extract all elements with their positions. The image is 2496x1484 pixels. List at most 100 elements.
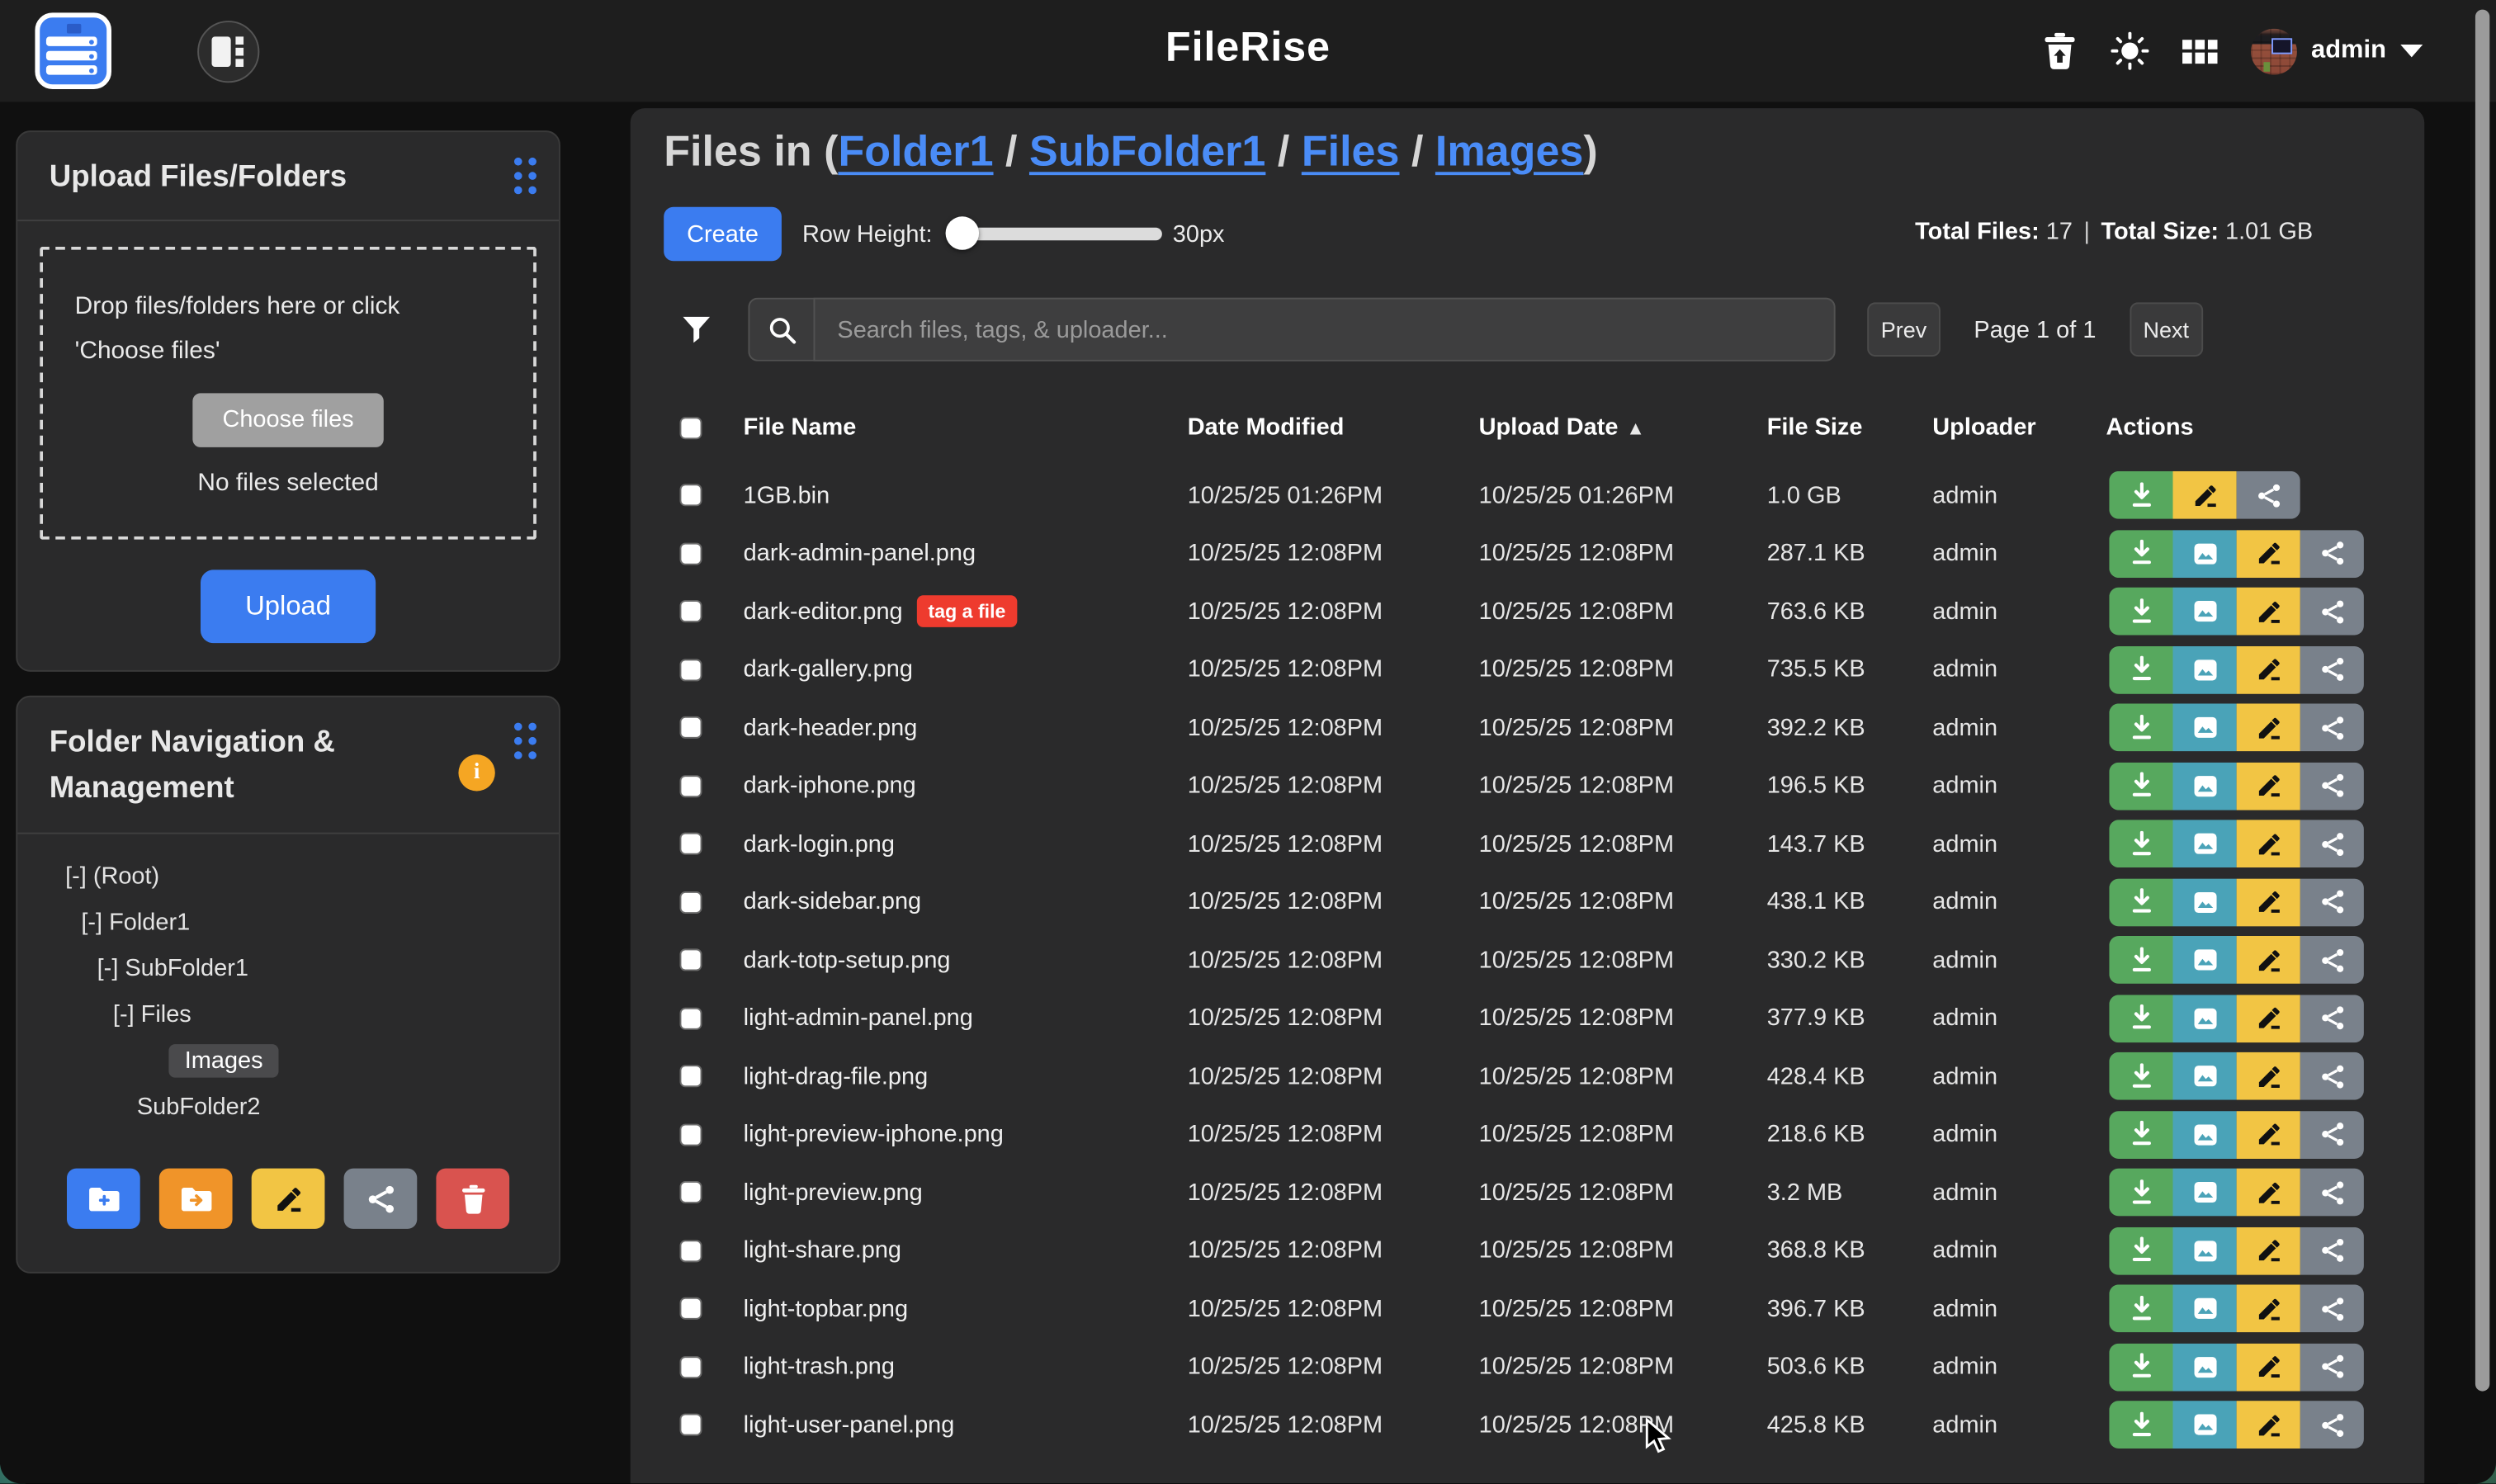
share-button[interactable] bbox=[2300, 588, 2364, 636]
row-checkbox[interactable] bbox=[679, 891, 702, 914]
breadcrumb-link-subfolder1[interactable]: SubFolder1 bbox=[1029, 127, 1265, 175]
filter-icon[interactable] bbox=[681, 314, 711, 345]
edit-button[interactable] bbox=[2237, 1343, 2300, 1391]
share-button[interactable] bbox=[2300, 1226, 2364, 1274]
delete-folder-button[interactable] bbox=[436, 1169, 509, 1229]
download-button[interactable] bbox=[2109, 588, 2172, 636]
info-icon[interactable]: i bbox=[458, 754, 494, 791]
share-button[interactable] bbox=[2300, 1111, 2364, 1159]
download-button[interactable] bbox=[2109, 1226, 2172, 1274]
download-button[interactable] bbox=[2109, 936, 2172, 984]
download-button[interactable] bbox=[2109, 1052, 2172, 1100]
row-checkbox[interactable] bbox=[679, 775, 702, 797]
breadcrumb-link-images[interactable]: Images bbox=[1435, 127, 1583, 175]
choose-files-button[interactable]: Choose files bbox=[192, 393, 383, 447]
row-checkbox[interactable] bbox=[679, 833, 702, 855]
file-name[interactable]: light-topbar.png bbox=[744, 1295, 908, 1322]
file-name[interactable]: dark-editor.png bbox=[744, 598, 903, 626]
preview-button[interactable] bbox=[2172, 1052, 2236, 1100]
search-input[interactable] bbox=[813, 298, 1835, 362]
share-button[interactable] bbox=[2300, 936, 2364, 984]
download-button[interactable] bbox=[2109, 820, 2172, 868]
file-name[interactable]: dark-login.png bbox=[744, 830, 895, 858]
drag-handle-icon[interactable] bbox=[514, 158, 537, 194]
row-checkbox[interactable] bbox=[679, 484, 702, 507]
file-name[interactable]: dark-gallery.png bbox=[744, 656, 913, 683]
share-folder-button[interactable] bbox=[344, 1169, 418, 1229]
share-button[interactable] bbox=[2300, 878, 2364, 926]
download-button[interactable] bbox=[2109, 762, 2172, 810]
download-button[interactable] bbox=[2109, 1111, 2172, 1159]
row-checkbox[interactable] bbox=[679, 601, 702, 623]
edit-button[interactable] bbox=[2237, 646, 2300, 694]
header-uploader[interactable]: Uploader bbox=[1932, 414, 2106, 441]
preview-button[interactable] bbox=[2172, 1285, 2236, 1333]
folder-tree-item-images[interactable]: Images bbox=[168, 1044, 278, 1078]
edit-button[interactable] bbox=[2237, 1226, 2300, 1274]
file-name[interactable]: light-trash.png bbox=[744, 1354, 895, 1381]
row-checkbox[interactable] bbox=[679, 1414, 702, 1436]
upload-button[interactable]: Upload bbox=[201, 570, 376, 644]
header-file-size[interactable]: File Size bbox=[1767, 414, 1933, 441]
select-all-checkbox[interactable] bbox=[679, 416, 702, 438]
preview-button[interactable] bbox=[2172, 704, 2236, 752]
preview-button[interactable] bbox=[2172, 995, 2236, 1042]
preview-button[interactable] bbox=[2172, 588, 2236, 636]
download-button[interactable] bbox=[2109, 1343, 2172, 1391]
row-height-slider[interactable] bbox=[947, 228, 1161, 240]
preview-button[interactable] bbox=[2172, 530, 2236, 578]
share-button[interactable] bbox=[2300, 1169, 2364, 1217]
share-button[interactable] bbox=[2300, 1285, 2364, 1333]
user-menu[interactable]: admin bbox=[2251, 28, 2423, 74]
share-button[interactable] bbox=[2300, 1052, 2364, 1100]
edit-button[interactable] bbox=[2237, 878, 2300, 926]
share-button[interactable] bbox=[2300, 995, 2364, 1042]
file-name[interactable]: dark-totp-setup.png bbox=[744, 947, 951, 974]
row-checkbox[interactable] bbox=[679, 1297, 702, 1320]
file-name[interactable]: light-drag-file.png bbox=[744, 1063, 929, 1090]
file-name[interactable]: dark-sidebar.png bbox=[744, 889, 922, 916]
share-button[interactable] bbox=[2300, 704, 2364, 752]
share-button[interactable] bbox=[2237, 471, 2300, 519]
folder-tree-item-subfolder1[interactable]: [-] SubFolder1 bbox=[97, 955, 248, 982]
create-button[interactable]: Create bbox=[664, 207, 782, 262]
next-page-button[interactable]: Next bbox=[2130, 302, 2203, 357]
row-checkbox[interactable] bbox=[679, 1356, 702, 1378]
rename-folder-button[interactable] bbox=[252, 1169, 325, 1229]
header-upload-date[interactable]: Upload Date▲ bbox=[1479, 414, 1767, 441]
preview-button[interactable] bbox=[2172, 1169, 2236, 1217]
download-button[interactable] bbox=[2109, 995, 2172, 1042]
folder-tree-item-folder1[interactable]: [-] Folder1 bbox=[81, 909, 190, 936]
download-button[interactable] bbox=[2109, 1285, 2172, 1333]
download-button[interactable] bbox=[2109, 1401, 2172, 1449]
move-folder-button[interactable] bbox=[159, 1169, 233, 1229]
download-button[interactable] bbox=[2109, 878, 2172, 926]
header-file-name[interactable]: File Name bbox=[744, 414, 1188, 441]
file-tag-badge[interactable]: tag a file bbox=[917, 596, 1017, 628]
preview-button[interactable] bbox=[2172, 878, 2236, 926]
breadcrumb-link-files[interactable]: Files bbox=[1302, 127, 1400, 175]
row-checkbox[interactable] bbox=[679, 716, 702, 739]
edit-button[interactable] bbox=[2237, 936, 2300, 984]
share-button[interactable] bbox=[2300, 762, 2364, 810]
share-button[interactable] bbox=[2300, 1401, 2364, 1449]
breadcrumb-link-folder1[interactable]: Folder1 bbox=[838, 127, 993, 175]
edit-button[interactable] bbox=[2172, 471, 2236, 519]
row-checkbox[interactable] bbox=[679, 1066, 702, 1088]
file-name[interactable]: light-user-panel.png bbox=[744, 1411, 955, 1439]
edit-button[interactable] bbox=[2237, 1169, 2300, 1217]
row-checkbox[interactable] bbox=[679, 1240, 702, 1262]
preview-button[interactable] bbox=[2172, 1111, 2236, 1159]
slider-thumb[interactable] bbox=[945, 216, 979, 249]
file-name[interactable]: 1GB.bin bbox=[744, 482, 830, 509]
row-checkbox[interactable] bbox=[679, 1007, 702, 1029]
preview-button[interactable] bbox=[2172, 820, 2236, 868]
file-dropzone[interactable]: Drop files/folders here or click 'Choose… bbox=[40, 248, 537, 541]
file-name[interactable]: light-preview.png bbox=[744, 1179, 923, 1207]
edit-button[interactable] bbox=[2237, 1111, 2300, 1159]
folder-tree-item-subfolder2[interactable]: SubFolder2 bbox=[137, 1094, 261, 1121]
preview-button[interactable] bbox=[2172, 936, 2236, 984]
edit-button[interactable] bbox=[2237, 1052, 2300, 1100]
create-folder-button[interactable] bbox=[67, 1169, 140, 1229]
search-icon[interactable] bbox=[748, 298, 813, 362]
